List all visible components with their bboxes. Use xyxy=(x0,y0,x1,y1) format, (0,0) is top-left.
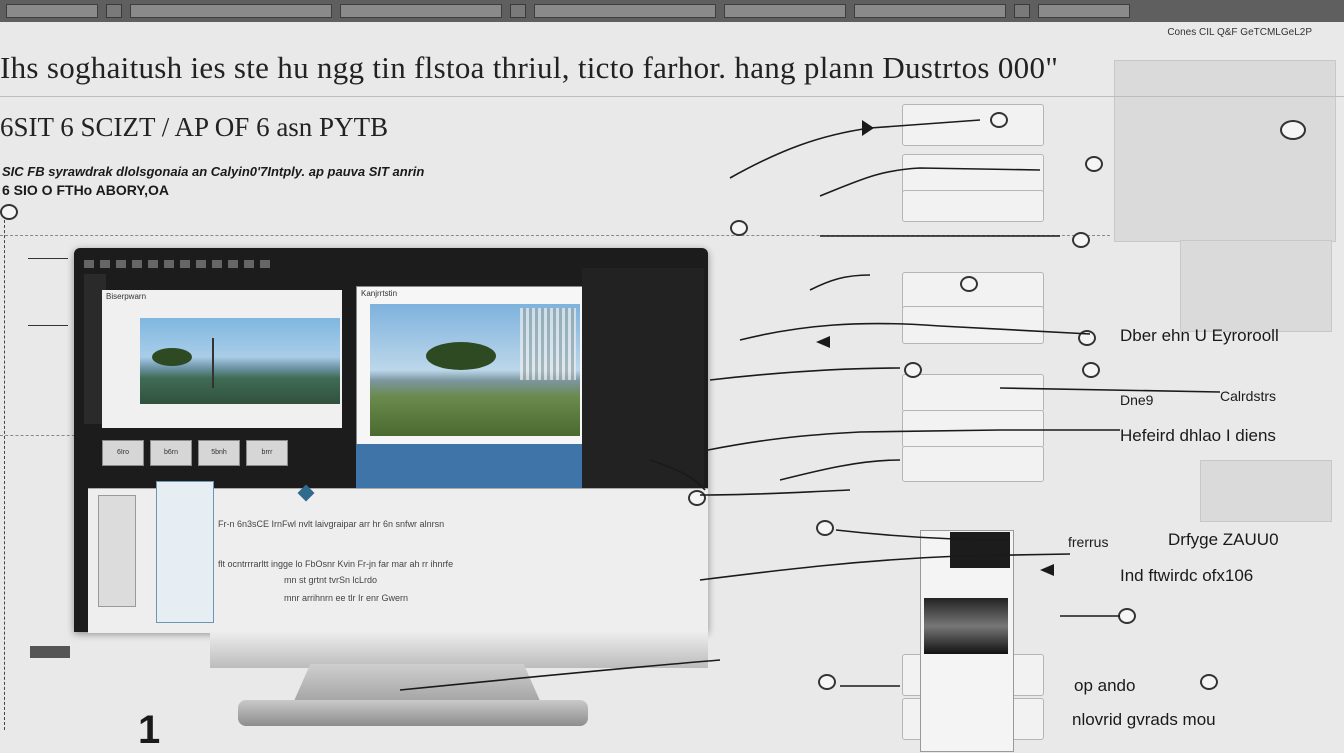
connector-line xyxy=(399,659,721,691)
connector-line xyxy=(729,119,981,179)
connector-line xyxy=(649,459,706,491)
connector-line xyxy=(809,274,871,291)
connector-line xyxy=(819,167,1041,197)
connector-line xyxy=(699,489,851,496)
connector-line xyxy=(709,367,901,381)
connector-lines xyxy=(399,119,1221,691)
connector-line xyxy=(999,387,1221,393)
connector-line xyxy=(707,429,1120,451)
cursor-arrow-icon xyxy=(816,336,830,348)
connector-line xyxy=(779,459,901,481)
connector-line xyxy=(739,322,1091,341)
connector-line xyxy=(835,529,1011,541)
connector-line xyxy=(699,553,1071,581)
pointer-hand-icon xyxy=(862,120,874,136)
cursor-arrow-icon xyxy=(1040,564,1054,576)
